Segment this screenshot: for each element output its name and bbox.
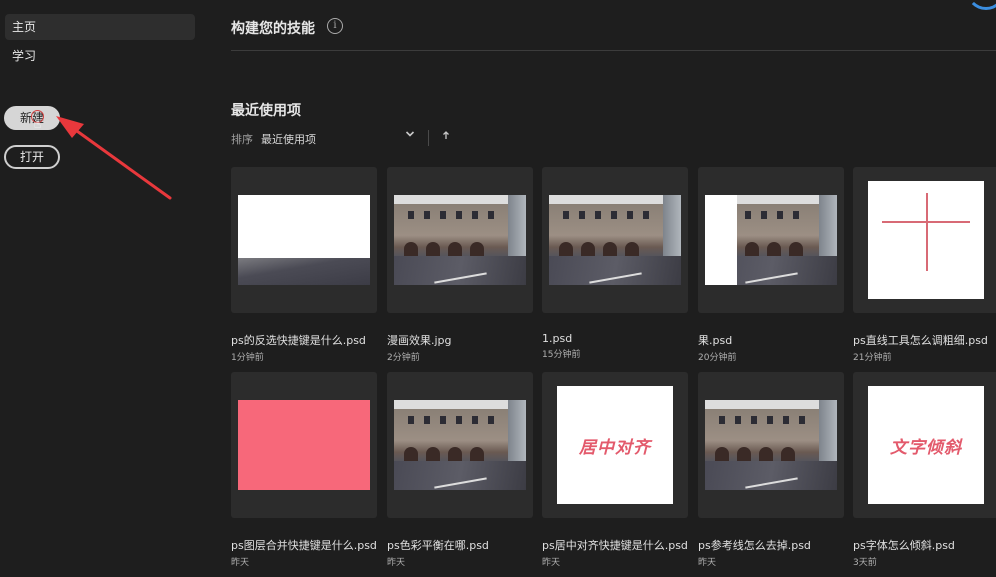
file-time: 20分钟前 — [698, 353, 737, 363]
file-card[interactable]: 居中对齐 ps居中对齐快捷键是什么.psd 昨天 — [542, 372, 688, 568]
file-name: ps直线工具怎么调粗细.psd — [853, 334, 988, 347]
file-time: 昨天 — [542, 558, 561, 568]
file-thumbnail[interactable] — [698, 372, 844, 518]
page-title: 构建您的技能 — [231, 21, 315, 37]
file-thumbnail[interactable] — [231, 372, 377, 518]
file-thumbnail[interactable] — [698, 167, 844, 313]
file-name: ps字体怎么倾斜.psd — [853, 539, 955, 552]
file-thumbnail[interactable] — [387, 167, 533, 313]
sidebar-item-learn[interactable]: 学习 — [5, 43, 195, 69]
file-card[interactable]: ps参考线怎么去掉.psd 昨天 — [698, 372, 844, 568]
sort-dropdown[interactable]: 最近使用项 — [261, 131, 316, 147]
file-thumbnail[interactable] — [853, 167, 996, 313]
divider — [231, 50, 996, 51]
file-card[interactable]: 漫画效果.jpg 2分钟前 — [387, 167, 533, 363]
thumbnail-art-text: 居中对齐 — [579, 437, 651, 458]
file-thumbnail[interactable]: 文字倾斜 — [853, 372, 996, 518]
progress-ring-icon — [966, 0, 996, 10]
sidebar-item-label: 主页 — [12, 20, 37, 34]
file-time: 昨天 — [698, 558, 717, 568]
hand-cursor-icon: ☝ — [34, 117, 42, 131]
file-name: ps色彩平衡在哪.psd — [387, 539, 489, 552]
main-content: 构建您的技能 i 最近使用项 排序 最近使用项 ps的反选快捷键是什么.psd … — [206, 0, 996, 577]
file-name: ps参考线怎么去掉.psd — [698, 539, 811, 552]
file-thumbnail[interactable] — [542, 167, 688, 313]
sort-label: 排序 — [231, 133, 253, 146]
sidebar: 主页 学习 新建 打开 ☝ — [0, 0, 206, 577]
open-button[interactable]: 打开 — [4, 145, 60, 169]
sidebar-item-label: 学习 — [12, 49, 37, 63]
chevron-down-icon[interactable] — [405, 129, 415, 142]
file-time: 2分钟前 — [387, 353, 420, 363]
section-title: 最近使用项 — [231, 103, 301, 119]
file-time: 昨天 — [387, 558, 406, 568]
file-thumbnail[interactable] — [231, 167, 377, 313]
file-card[interactable]: ps色彩平衡在哪.psd 昨天 — [387, 372, 533, 568]
file-name: ps的反选快捷键是什么.psd — [231, 334, 366, 347]
file-time: 3天前 — [853, 558, 877, 568]
sort-divider — [428, 130, 429, 146]
file-time: 21分钟前 — [853, 353, 892, 363]
file-card[interactable]: 文字倾斜 ps字体怎么倾斜.psd 3天前 — [853, 372, 996, 568]
file-name: ps居中对齐快捷键是什么.psd — [542, 539, 688, 552]
file-time: 15分钟前 — [542, 350, 581, 360]
arrow-up-icon[interactable] — [442, 130, 450, 143]
info-icon[interactable]: i — [327, 18, 343, 34]
file-name: 漫画效果.jpg — [387, 334, 452, 347]
file-card[interactable]: ps的反选快捷键是什么.psd 1分钟前 — [231, 167, 377, 363]
file-thumbnail[interactable] — [387, 372, 533, 518]
file-name: ps图层合并快捷键是什么.psd — [231, 539, 377, 552]
file-card[interactable]: ps直线工具怎么调粗细.psd 21分钟前 — [853, 167, 996, 363]
file-card[interactable]: ps图层合并快捷键是什么.psd 昨天 — [231, 372, 377, 568]
file-card[interactable]: 果.psd 20分钟前 — [698, 167, 844, 363]
file-time: 昨天 — [231, 558, 250, 568]
file-card[interactable]: 1.psd 15分钟前 — [542, 167, 688, 360]
file-name: 果.psd — [698, 334, 733, 347]
file-time: 1分钟前 — [231, 353, 264, 363]
sidebar-item-home[interactable]: 主页 — [5, 14, 195, 40]
thumbnail-art-text: 文字倾斜 — [890, 437, 962, 458]
file-name: 1.psd — [542, 332, 573, 345]
file-thumbnail[interactable]: 居中对齐 — [542, 372, 688, 518]
